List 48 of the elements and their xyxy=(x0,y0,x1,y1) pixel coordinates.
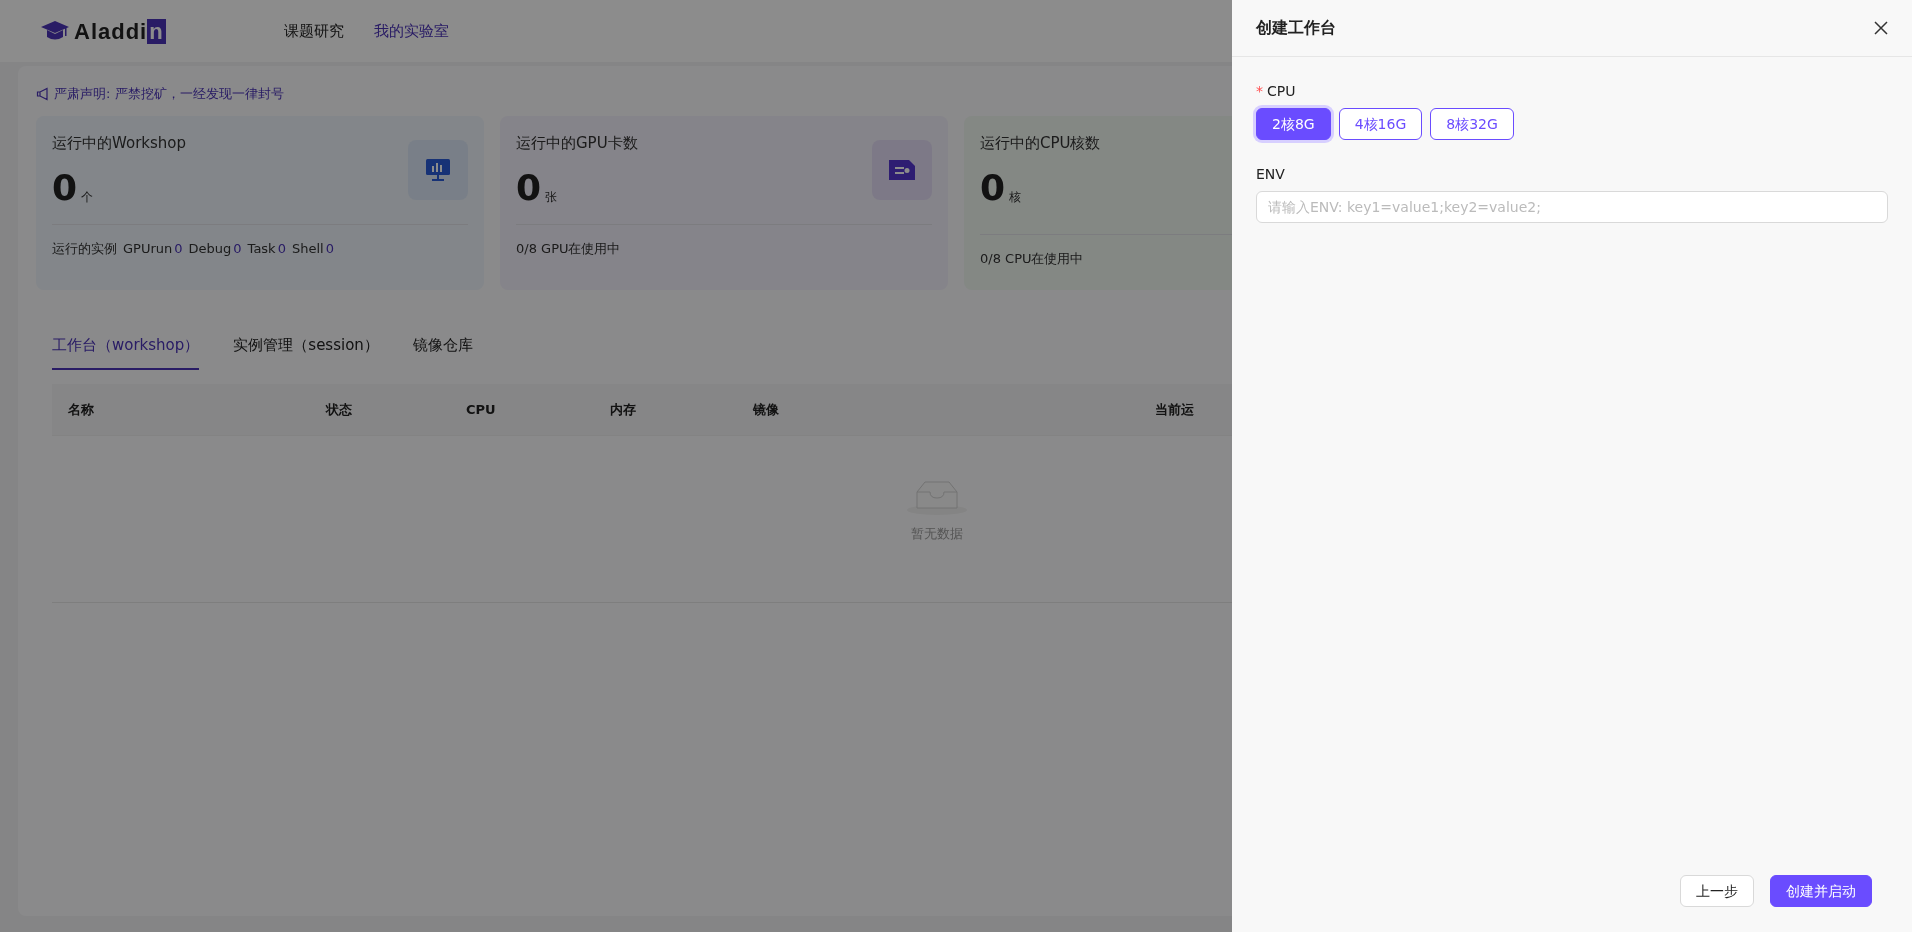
count-label: Debug xyxy=(188,240,232,258)
monitor-chart-icon xyxy=(425,157,451,182)
stat-unit: 核 xyxy=(1009,189,1022,206)
stat-value: 0 xyxy=(52,170,78,206)
option-button[interactable]: 2核8G xyxy=(1256,108,1331,140)
column-header: CPU xyxy=(465,400,497,419)
env-input-field[interactable]: 请输入ENV: key1=value1;key2=value2; xyxy=(1256,191,1888,223)
column-header: 名称 xyxy=(67,400,95,419)
drawer-title: 创建工作台 xyxy=(1256,17,1336,39)
column-header: 状态 xyxy=(324,400,353,419)
column-header: 镜像 xyxy=(752,400,780,419)
column-header: 当前运 xyxy=(1154,400,1195,419)
stat-title: 运行中的GPU卡数 xyxy=(516,132,638,154)
nav-link-item[interactable]: 我的实验室 xyxy=(373,19,449,43)
gpu-card-icon xyxy=(887,157,917,182)
count-value: 0 xyxy=(325,240,334,258)
stat-value: 0 xyxy=(980,170,1006,206)
stat-footer-text: 0/8 GPU在使用中 xyxy=(516,240,621,258)
stat-title: 运行中的Workshop xyxy=(52,132,186,154)
count-value: 0 xyxy=(174,240,183,258)
megaphone-icon xyxy=(36,86,50,101)
logo-text: Aladdin xyxy=(74,17,166,46)
close-button[interactable] xyxy=(1874,21,1888,35)
back-button[interactable]: 上一步 xyxy=(1680,875,1754,907)
stat-value: 0 xyxy=(516,170,542,206)
create-start-button[interactable]: 创建并启动 xyxy=(1770,875,1872,907)
count-label: Task xyxy=(247,240,276,258)
count-label: GPUrun xyxy=(123,240,173,258)
stat-footer-text: 0/8 CPU在使用中 xyxy=(980,250,1084,268)
field-label: CPU xyxy=(1267,83,1296,99)
notice-text: 严肃声明: 严禁挖矿，一经发现一律封号 xyxy=(54,85,284,103)
stat-unit: 张 xyxy=(545,189,558,206)
field-label: ENV xyxy=(1256,166,1285,182)
graduation-cap-icon xyxy=(40,20,70,42)
count-label: Shell xyxy=(291,240,324,258)
nav-link-item[interactable]: 课题研究 xyxy=(283,19,344,43)
column-header: 内存 xyxy=(609,400,637,419)
tab[interactable]: 实例管理（session） xyxy=(233,333,379,370)
tab[interactable]: 镜像仓库 xyxy=(412,333,473,370)
option-button[interactable]: 8核32G xyxy=(1430,108,1514,140)
option-button[interactable]: 4核16G xyxy=(1338,108,1423,140)
stat-footer-text: 运行的实例 xyxy=(52,240,117,258)
stat-unit: 个 xyxy=(81,189,94,206)
count-value: 0 xyxy=(233,240,242,258)
tab[interactable]: 工作台（workshop） xyxy=(52,333,200,370)
stat-title: 运行中的CPU核数 xyxy=(980,132,1101,154)
count-value: 0 xyxy=(277,240,286,258)
required-asterisk: * xyxy=(1256,83,1263,99)
